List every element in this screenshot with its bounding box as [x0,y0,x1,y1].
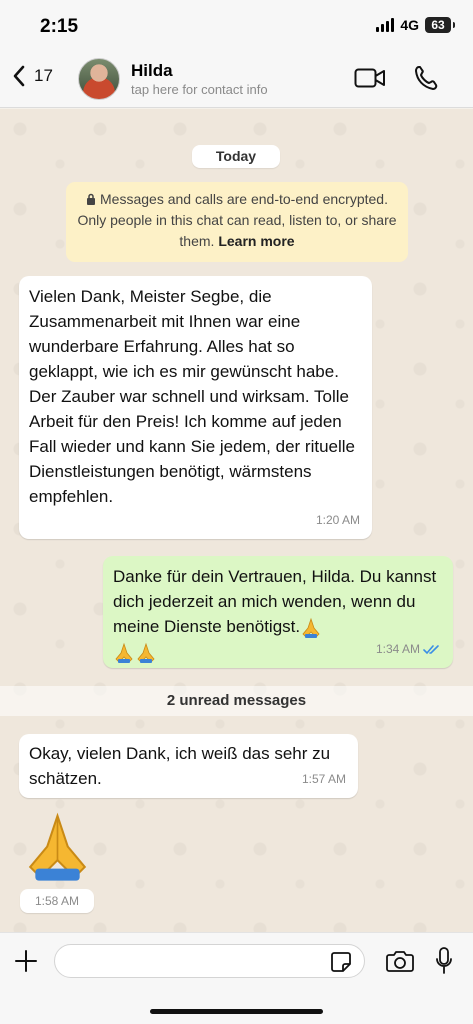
signal-icon [376,18,395,32]
status-bar: 2:15 4G 63 [0,0,473,52]
message-input[interactable] [54,944,365,978]
double-check-icon [423,645,439,655]
avatar[interactable] [78,58,120,100]
folded-hands-icon[interactable] [20,809,95,884]
composer-bar [0,932,473,1024]
message-time: 1:34 AM [375,642,420,656]
unread-chats-count: 17 [34,66,53,85]
unread-separator: 2 unread messages [0,686,473,716]
message-bubble-outgoing[interactable]: Danke für dein Vertrauen, Hilda. Du kann… [103,556,453,668]
video-call-icon[interactable] [354,67,386,89]
encryption-notice[interactable]: Messages and calls are end-to-end encryp… [66,182,408,262]
folded-hands-icon [302,617,320,638]
contact-info-hint[interactable]: tap here for contact info [131,82,268,97]
chat-header: 17 Hilda tap here for contact info [0,52,473,108]
message-text: Vielen Dank, Meister Segbe, die Zusammen… [29,287,356,506]
camera-icon[interactable] [386,949,414,973]
folded-hands-icon [115,642,133,663]
contact-name[interactable]: Hilda [131,61,173,81]
back-button[interactable]: 17 [12,64,53,88]
battery-icon: 63 [425,17,455,33]
phone-icon[interactable] [414,65,438,91]
date-separator: Today [192,145,280,168]
status-time: 2:15 [40,16,79,37]
message-time: 1:20 AM [315,513,360,527]
message-bubble-incoming[interactable]: Vielen Dank, Meister Segbe, die Zusammen… [19,276,372,539]
message-text-body: Danke für dein Vertrauen, Hilda. Du kann… [113,567,437,636]
sticker-icon[interactable] [330,951,352,973]
lock-icon [87,193,96,205]
message-bubble-incoming[interactable]: Okay, vielen Dank, ich weiß das sehr zu … [19,734,358,798]
message-time: 1:57 AM [301,772,346,786]
folded-hands-icon [137,642,155,663]
learn-more-link[interactable]: Learn more [218,233,294,249]
message-meta: 1:34 AM [376,637,441,662]
status-indicators: 4G 63 [376,17,455,33]
plus-icon[interactable] [14,949,38,973]
microphone-icon[interactable] [435,947,453,975]
chevron-left-icon [13,65,25,87]
message-time: 1:58 AM [20,889,94,913]
message-text: Okay, vielen Dank, ich weiß das sehr zu … [29,744,331,788]
home-indicator [150,1009,323,1014]
network-label: 4G [400,17,419,33]
chat-area[interactable]: Today Messages and calls are end-to-end … [0,109,473,932]
